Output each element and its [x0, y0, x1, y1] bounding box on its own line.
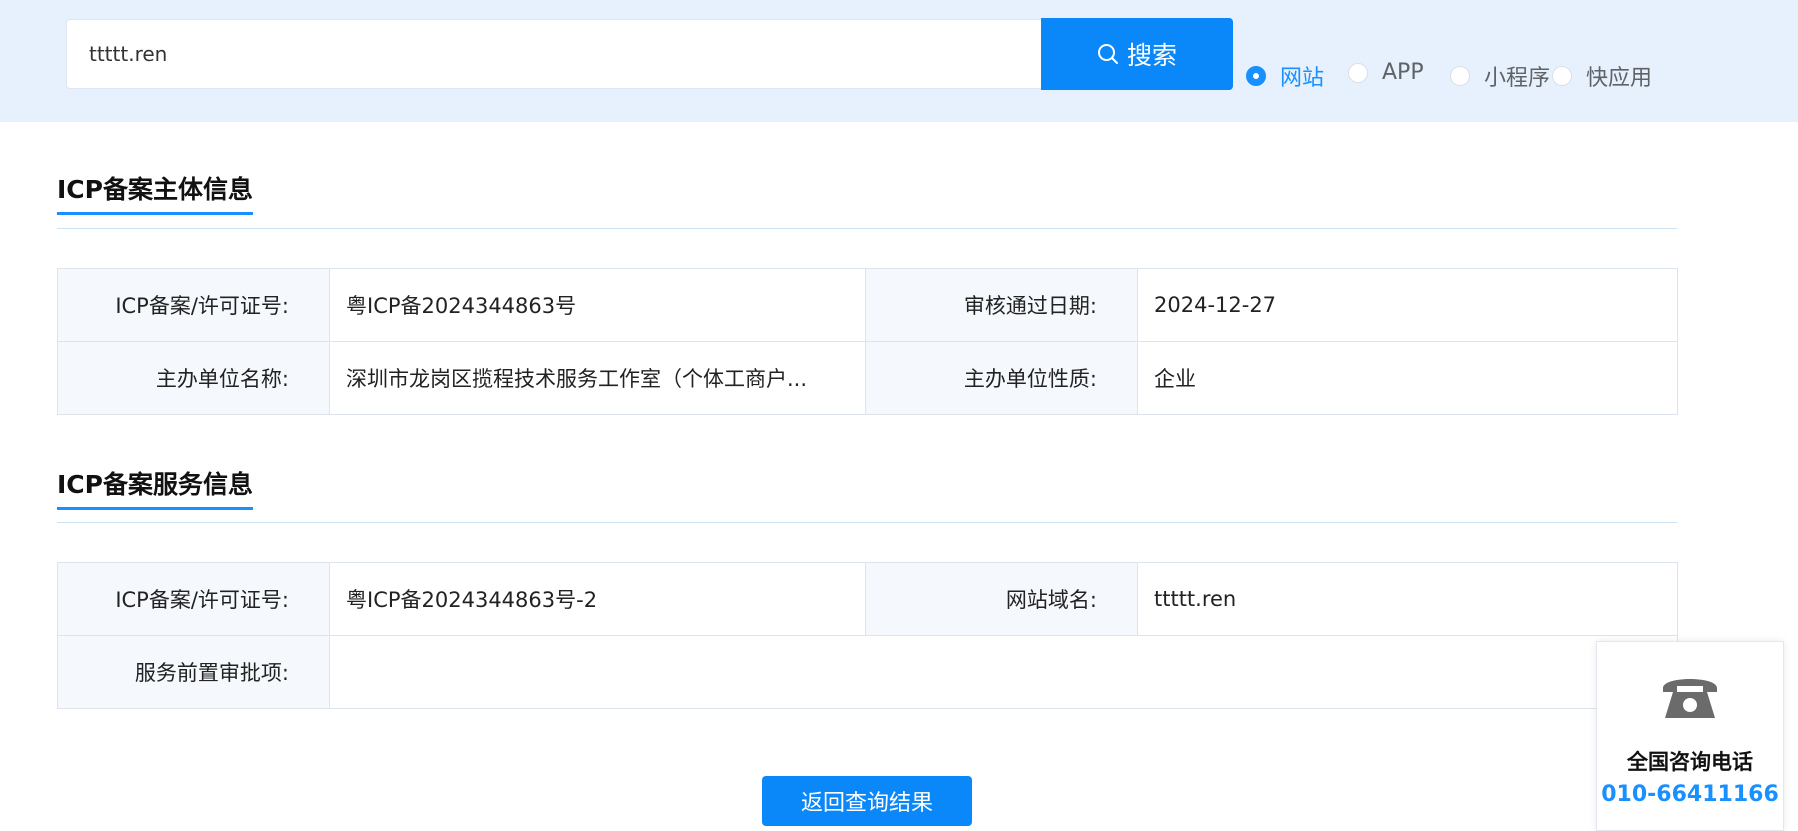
radio-dot[interactable]	[1348, 62, 1368, 83]
label-icp-number: ICP备案/许可证号:	[57, 268, 330, 342]
search-icon	[1097, 44, 1118, 64]
contact-phone-number[interactable]: 010-66411166	[1597, 782, 1783, 807]
radio-mini-program[interactable]: 小程序	[1450, 60, 1550, 92]
label-domain: 网站域名:	[865, 562, 1138, 636]
search-header: 搜索 网站 APP 小程序 快应用	[0, 0, 1798, 122]
radio-dot[interactable]	[1246, 66, 1266, 86]
label-organizer-type: 主办单位性质:	[865, 341, 1138, 415]
radio-app[interactable]: APP	[1348, 60, 1424, 85]
section-divider	[57, 228, 1677, 229]
label-organizer-name: 主办单位名称:	[57, 341, 330, 415]
radio-dot[interactable]	[1552, 66, 1572, 86]
back-to-results-button[interactable]: 返回查询结果	[762, 776, 972, 826]
radio-website[interactable]: 网站	[1246, 60, 1324, 92]
value-domain: ttttt.ren	[1137, 562, 1678, 636]
table-row: 主办单位名称: 深圳市龙岗区揽程技术服务工作室（个体工商户... 主办单位性质:…	[57, 341, 1678, 415]
value-pre-approval	[329, 635, 1678, 709]
section-divider	[57, 522, 1677, 523]
radio-label: 小程序	[1484, 66, 1551, 91]
contact-card: 全国咨询电话 010-66411166	[1596, 641, 1784, 831]
radio-label: APP	[1382, 60, 1424, 85]
radio-dot[interactable]	[1450, 66, 1470, 86]
service-info-table: ICP备案/许可证号: 粤ICP备2024344863号-2 网站域名: ttt…	[57, 562, 1678, 709]
table-row: ICP备案/许可证号: 粤ICP备2024344863号 审核通过日期: 202…	[57, 268, 1678, 342]
label-service-icp-number: ICP备案/许可证号:	[57, 562, 330, 636]
radio-label: 网站	[1280, 66, 1325, 91]
search-input[interactable]	[66, 19, 1041, 89]
search-button[interactable]: 搜索	[1041, 18, 1233, 90]
contact-title: 全国咨询电话	[1627, 750, 1753, 774]
radio-quick-app[interactable]: 快应用	[1552, 60, 1652, 92]
label-approval-date: 审核通过日期:	[865, 268, 1138, 342]
search-button-label: 搜索	[1126, 41, 1177, 70]
value-organizer-name: 深圳市龙岗区揽程技术服务工作室（个体工商户...	[329, 341, 866, 415]
value-icp-number: 粤ICP备2024344863号	[329, 268, 866, 342]
value-organizer-type: 企业	[1137, 341, 1678, 415]
table-row: 服务前置审批项:	[57, 635, 1678, 709]
label-pre-approval: 服务前置审批项:	[57, 635, 330, 709]
section-title-service: ICP备案服务信息	[57, 470, 253, 510]
table-row: ICP备案/许可证号: 粤ICP备2024344863号-2 网站域名: ttt…	[57, 562, 1678, 636]
value-approval-date: 2024-12-27	[1137, 268, 1678, 342]
subject-info-table: ICP备案/许可证号: 粤ICP备2024344863号 审核通过日期: 202…	[57, 268, 1678, 415]
value-service-icp-number: 粤ICP备2024344863号-2	[329, 562, 866, 636]
radio-label: 快应用	[1586, 66, 1653, 91]
phone-icon	[1663, 679, 1717, 718]
section-title-subject: ICP备案主体信息	[57, 175, 253, 215]
